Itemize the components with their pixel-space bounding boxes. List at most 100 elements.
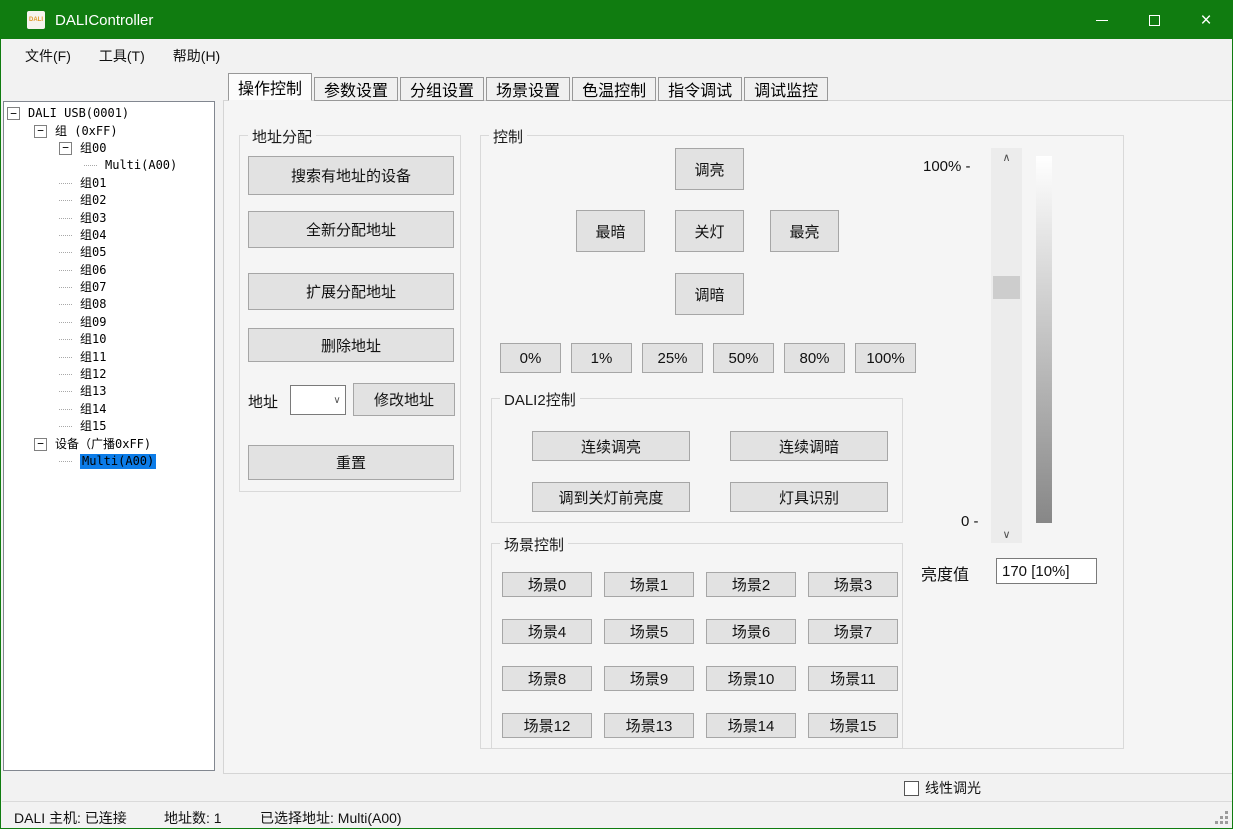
status-selected-address: 已选择地址: Multi(A00) xyxy=(260,808,402,828)
app-icon-text: DALI xyxy=(29,17,43,23)
collapse-icon[interactable]: − xyxy=(34,125,47,138)
tree-node-group08[interactable]: 组08 xyxy=(4,296,214,313)
dali2-group-title: DALI2控制 xyxy=(500,389,580,410)
tree-node-multi-a00-selected[interactable]: Multi(A00) xyxy=(4,453,214,470)
tree-node-group13[interactable]: 组13 xyxy=(4,383,214,400)
percent-1-button[interactable]: 1% xyxy=(571,343,632,373)
dali2-control-group: DALI2控制 连续调亮 连续调暗 调到关灯前亮度 灯具识别 xyxy=(491,398,903,523)
modify-address-button[interactable]: 修改地址 xyxy=(353,383,455,416)
scene-12-button[interactable]: 场景12 xyxy=(502,713,592,738)
tree-node-group05[interactable]: 组05 xyxy=(4,244,214,261)
tree-node-group04[interactable]: 组04 xyxy=(4,227,214,244)
collapse-icon[interactable]: − xyxy=(59,142,72,155)
scroll-up-icon[interactable]: ∧ xyxy=(991,148,1022,166)
reset-button[interactable]: 重置 xyxy=(248,445,454,480)
lamp-off-button[interactable]: 关灯 xyxy=(675,210,744,252)
tab-group-settings[interactable]: 分组设置 xyxy=(400,77,484,101)
address-combobox[interactable]: ∨ xyxy=(290,385,346,415)
continuous-dim-down-button[interactable]: 连续调暗 xyxy=(730,431,888,461)
resize-grip[interactable] xyxy=(1225,821,1228,824)
maximize-button[interactable] xyxy=(1128,1,1180,39)
scene-group-title: 场景控制 xyxy=(500,534,568,555)
dim-up-button[interactable]: 调亮 xyxy=(675,148,744,190)
dim-down-button[interactable]: 调暗 xyxy=(675,273,744,315)
minimize-button[interactable] xyxy=(1076,1,1128,39)
close-button[interactable]: × xyxy=(1180,1,1232,39)
tree-node-group12[interactable]: 组12 xyxy=(4,366,214,383)
scene-10-button[interactable]: 场景10 xyxy=(706,666,796,691)
menu-help[interactable]: 帮助(H) xyxy=(159,39,234,72)
tree-connector xyxy=(59,374,72,375)
continuous-dim-up-button[interactable]: 连续调亮 xyxy=(532,431,690,461)
tree-node-devices-broadcast[interactable]: −设备（广播0xFF) xyxy=(4,435,214,452)
scene-6-button[interactable]: 场景6 xyxy=(706,619,796,644)
recall-last-level-button[interactable]: 调到关灯前亮度 xyxy=(532,482,690,512)
app-icon: DALI xyxy=(27,11,45,29)
tree-connector xyxy=(59,304,72,305)
scene-7-button[interactable]: 场景7 xyxy=(808,619,898,644)
tab-parameter-settings[interactable]: 参数设置 xyxy=(314,77,398,101)
scrollbar-thumb[interactable] xyxy=(993,276,1020,299)
percent-80-button[interactable]: 80% xyxy=(784,343,845,373)
tree-node-group-broadcast[interactable]: −组 (0xFF) xyxy=(4,122,214,139)
search-addressed-devices-button[interactable]: 搜索有地址的设备 xyxy=(248,156,454,195)
scene-5-button[interactable]: 场景5 xyxy=(604,619,694,644)
tree-connector xyxy=(59,461,72,462)
tab-debug-monitor[interactable]: 调试监控 xyxy=(744,77,828,101)
tree-node-dali-usb[interactable]: −DALI USB(0001) xyxy=(4,105,214,122)
tree-node-group02[interactable]: 组02 xyxy=(4,192,214,209)
percent-100-button[interactable]: 100% xyxy=(855,343,916,373)
tab-color-temp-control[interactable]: 色温控制 xyxy=(572,77,656,101)
tree-node-multi-a00[interactable]: Multi(A00) xyxy=(4,157,214,174)
tab-command-debug[interactable]: 指令调试 xyxy=(658,77,742,101)
scene-4-button[interactable]: 场景4 xyxy=(502,619,592,644)
scene-13-button[interactable]: 场景13 xyxy=(604,713,694,738)
tree-node-group10[interactable]: 组10 xyxy=(4,331,214,348)
tree-node-group14[interactable]: 组14 xyxy=(4,401,214,418)
delete-address-button[interactable]: 删除地址 xyxy=(248,328,454,362)
tree-connector xyxy=(59,391,72,392)
status-address-count: 地址数: 1 xyxy=(164,808,222,828)
brightness-value-field[interactable]: 170 [10%] xyxy=(996,558,1097,584)
tab-operation-control[interactable]: 操作控制 xyxy=(228,73,312,101)
tree-node-group01[interactable]: 组01 xyxy=(4,175,214,192)
tree-node-group03[interactable]: 组03 xyxy=(4,209,214,226)
collapse-icon[interactable]: − xyxy=(34,438,47,451)
scene-2-button[interactable]: 场景2 xyxy=(706,572,796,597)
percent-0-button[interactable]: 0% xyxy=(500,343,561,373)
linear-dimming-checkbox[interactable] xyxy=(904,781,919,796)
tree-node-group07[interactable]: 组07 xyxy=(4,279,214,296)
scene-14-button[interactable]: 场景14 xyxy=(706,713,796,738)
menu-tools[interactable]: 工具(T) xyxy=(85,39,159,72)
tree-node-group09[interactable]: 组09 xyxy=(4,314,214,331)
tree-connector xyxy=(59,252,72,253)
collapse-icon[interactable]: − xyxy=(7,107,20,120)
scroll-down-icon[interactable]: ∨ xyxy=(991,525,1022,543)
percent-50-button[interactable]: 50% xyxy=(713,343,774,373)
min-brightness-button[interactable]: 最暗 xyxy=(576,210,645,252)
tree-connector xyxy=(59,218,72,219)
tree-node-group06[interactable]: 组06 xyxy=(4,262,214,279)
percent-25-button[interactable]: 25% xyxy=(642,343,703,373)
tree-node-group00[interactable]: −组00 xyxy=(4,140,214,157)
brightness-max-label: 100% - xyxy=(923,158,971,175)
scene-11-button[interactable]: 场景11 xyxy=(808,666,898,691)
assign-new-address-button[interactable]: 全新分配地址 xyxy=(248,211,454,248)
scene-8-button[interactable]: 场景8 xyxy=(502,666,592,691)
menu-file[interactable]: 文件(F) xyxy=(11,39,85,72)
scene-0-button[interactable]: 场景0 xyxy=(502,572,592,597)
chevron-down-icon[interactable]: ∨ xyxy=(329,395,345,406)
tab-scene-settings[interactable]: 场景设置 xyxy=(486,77,570,101)
extend-assign-address-button[interactable]: 扩展分配地址 xyxy=(248,273,454,310)
tree-node-group15[interactable]: 组15 xyxy=(4,418,214,435)
linear-dimming-label: 线性调光 xyxy=(925,778,981,798)
lamp-identify-button[interactable]: 灯具识别 xyxy=(730,482,888,512)
tree-node-group11[interactable]: 组11 xyxy=(4,348,214,365)
max-brightness-button[interactable]: 最亮 xyxy=(770,210,839,252)
tab-strip: 操作控制 参数设置 分组设置 场景设置 色温控制 指令调试 调试监控 xyxy=(228,73,830,101)
scene-1-button[interactable]: 场景1 xyxy=(604,572,694,597)
scene-15-button[interactable]: 场景15 xyxy=(808,713,898,738)
brightness-scrollbar[interactable]: ∧ ∨ xyxy=(991,148,1022,543)
scene-3-button[interactable]: 场景3 xyxy=(808,572,898,597)
scene-9-button[interactable]: 场景9 xyxy=(604,666,694,691)
